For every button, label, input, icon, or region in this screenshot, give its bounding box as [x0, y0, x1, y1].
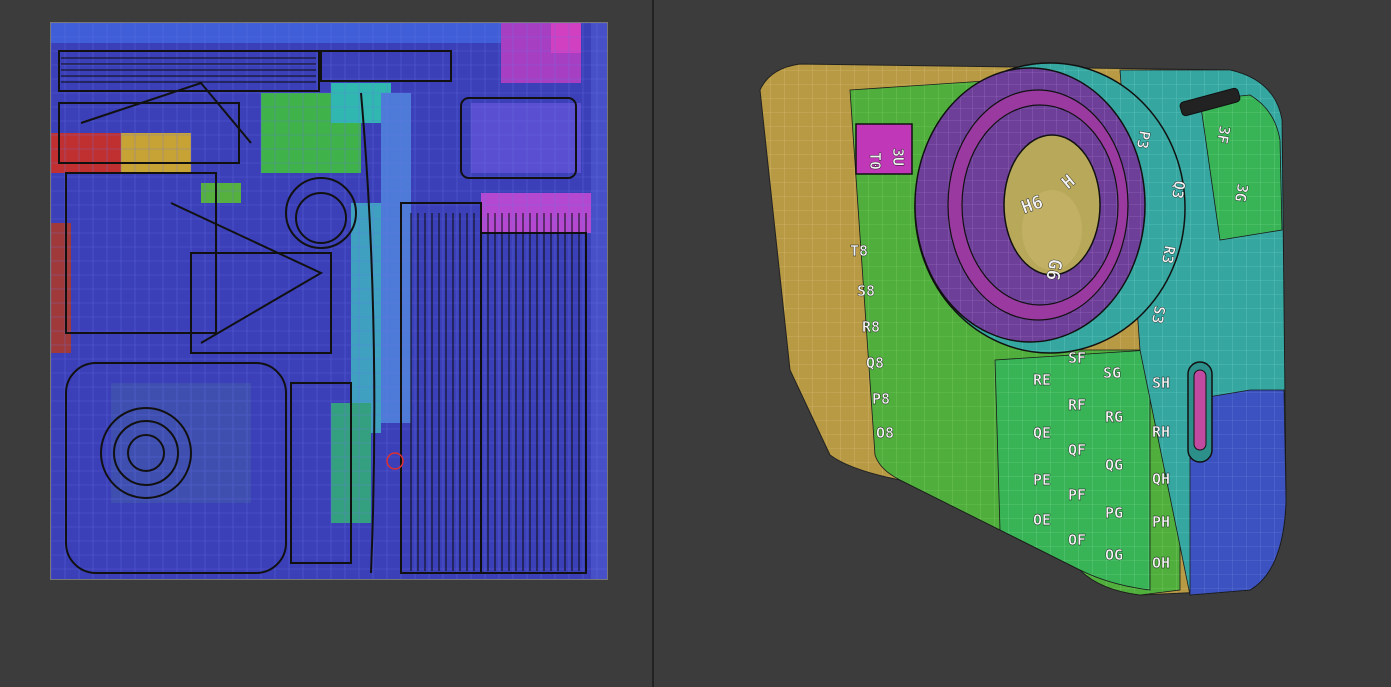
uv-editor-pane[interactable] [0, 0, 652, 687]
tile-label: G6 [1041, 257, 1065, 282]
tile-label: S3 [1148, 304, 1169, 325]
tile-label: QE [1033, 424, 1051, 442]
tile-label: RG [1105, 408, 1123, 426]
tile-label: P3 [1133, 129, 1154, 150]
tile-label: 3U [889, 148, 907, 166]
tile-label: PE [1033, 471, 1051, 489]
tile-label: SG [1103, 364, 1121, 382]
tile-label: QG [1105, 456, 1123, 474]
tile-label: OG [1105, 546, 1123, 564]
tile-label: 3G [1231, 182, 1252, 203]
tile-label: RE [1033, 371, 1051, 389]
tile-label: PG [1105, 504, 1123, 522]
tile-label: O8 [876, 424, 894, 442]
camera-model-render[interactable]: T8 S8 R8 Q8 P8 O8 T0 3U H6 H G6 P3 Q3 R3… [654, 0, 1391, 687]
tile-label: R3 [1158, 244, 1179, 265]
tile-label: SH [1152, 374, 1170, 392]
uv-texture-canvas[interactable] [50, 22, 608, 580]
tile-label: P8 [872, 390, 890, 408]
tile-label: RF [1068, 396, 1086, 414]
tile-label: OE [1033, 511, 1051, 529]
uv-layout-map[interactable] [51, 23, 608, 580]
tile-label: QH [1152, 470, 1170, 488]
tile-label: OH [1152, 554, 1170, 572]
tile-label: RH [1152, 423, 1170, 441]
tile-label: OF [1068, 531, 1086, 549]
tile-label: R8 [862, 318, 880, 336]
tile-label: SF [1068, 349, 1086, 367]
3d-viewport[interactable]: T8 S8 R8 Q8 P8 O8 T0 3U H6 H G6 P3 Q3 R3… [654, 0, 1391, 687]
tile-label: QF [1068, 441, 1086, 459]
tile-label: Q8 [866, 354, 884, 372]
tile-label: T0 [866, 152, 884, 170]
tile-label: 3F [1213, 124, 1234, 145]
tile-label: PF [1068, 486, 1086, 504]
tile-label: Q3 [1168, 179, 1189, 200]
tile-label: PH [1152, 513, 1170, 531]
tile-label: T8 [850, 242, 868, 260]
tile-label: S8 [857, 282, 875, 300]
